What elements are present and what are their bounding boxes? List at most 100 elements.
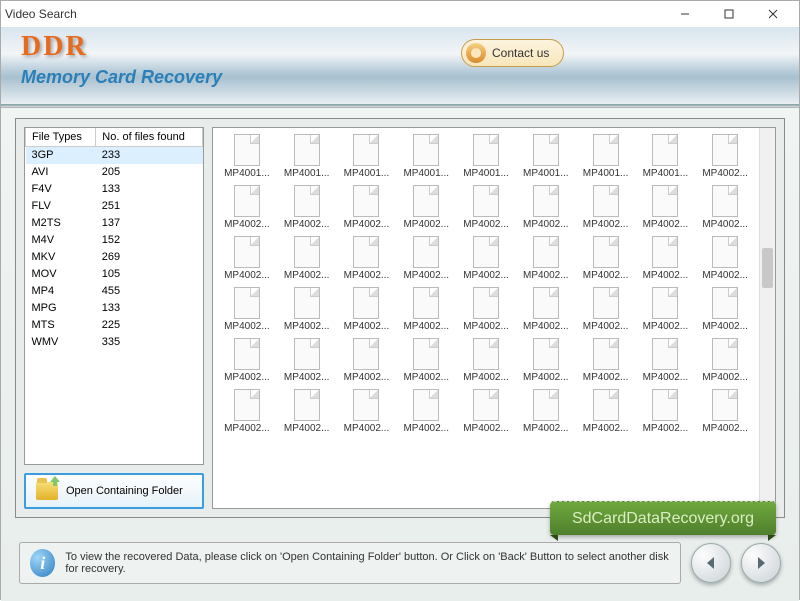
file-icon [413, 389, 439, 421]
file-item[interactable]: MP4002... [456, 389, 516, 434]
cell-type: FLV [26, 198, 96, 215]
file-item[interactable]: MP4002... [576, 185, 636, 230]
file-icon [712, 236, 738, 268]
table-row[interactable]: MKV269 [26, 249, 203, 266]
file-icon [593, 338, 619, 370]
file-item[interactable]: MP4001... [456, 134, 516, 179]
file-item[interactable]: MP4001... [337, 134, 397, 179]
maximize-button[interactable] [707, 1, 751, 27]
contact-us-button[interactable]: Contact us [461, 39, 564, 67]
brand-logo: DDR [21, 31, 779, 63]
file-item[interactable]: MP4002... [695, 185, 755, 230]
file-item[interactable]: MP4002... [396, 389, 456, 434]
file-item[interactable]: MP4002... [516, 236, 576, 281]
file-item[interactable]: MP4002... [337, 185, 397, 230]
table-row[interactable]: F4V133 [26, 181, 203, 198]
file-item[interactable]: MP4001... [576, 134, 636, 179]
table-row[interactable]: MP4455 [26, 283, 203, 300]
file-item[interactable]: MP4002... [217, 389, 277, 434]
app-subtitle: Memory Card Recovery [21, 67, 779, 88]
table-row[interactable]: M2TS137 [26, 215, 203, 232]
file-item[interactable]: MP4002... [277, 185, 337, 230]
file-item[interactable]: MP4001... [217, 134, 277, 179]
file-item[interactable]: MP4002... [337, 389, 397, 434]
file-item[interactable]: MP4002... [635, 338, 695, 383]
file-item[interactable]: MP4001... [635, 134, 695, 179]
file-item[interactable]: MP4002... [396, 185, 456, 230]
file-types-table[interactable]: File Types No. of files found 3GP233AVI2… [24, 127, 204, 465]
table-row[interactable]: FLV251 [26, 198, 203, 215]
file-item[interactable]: MP4002... [635, 287, 695, 332]
file-item[interactable]: MP4002... [456, 338, 516, 383]
file-item[interactable]: MP4002... [217, 287, 277, 332]
minimize-button[interactable] [663, 1, 707, 27]
file-item[interactable]: MP4002... [456, 185, 516, 230]
file-icon [294, 236, 320, 268]
table-row [26, 368, 203, 385]
file-icon [473, 389, 499, 421]
file-label: MP4002... [456, 372, 516, 383]
file-item[interactable]: MP4002... [695, 236, 755, 281]
cell-type: MP4 [26, 283, 96, 300]
file-item[interactable]: MP4002... [635, 185, 695, 230]
file-item[interactable]: MP4002... [695, 287, 755, 332]
table-row[interactable]: 3GP233 [26, 147, 203, 164]
file-item[interactable]: MP4002... [516, 287, 576, 332]
file-item[interactable]: MP4001... [516, 134, 576, 179]
file-item[interactable]: MP4002... [576, 287, 636, 332]
file-label: MP4002... [635, 321, 695, 332]
website-banner[interactable]: SdCardDataRecovery.org [550, 501, 776, 535]
close-button[interactable] [751, 1, 795, 27]
file-item[interactable]: MP4002... [217, 236, 277, 281]
file-item[interactable]: MP4002... [635, 236, 695, 281]
table-row [26, 436, 203, 453]
file-item[interactable]: MP4002... [337, 236, 397, 281]
file-item[interactable]: MP4002... [217, 338, 277, 383]
file-item[interactable]: MP4002... [576, 389, 636, 434]
back-button[interactable] [691, 543, 731, 583]
file-item[interactable]: MP4001... [277, 134, 337, 179]
file-label: MP4001... [217, 168, 277, 179]
next-button[interactable] [741, 543, 781, 583]
file-item[interactable]: MP4002... [516, 389, 576, 434]
file-label: MP4002... [396, 372, 456, 383]
file-label: MP4001... [456, 168, 516, 179]
file-item[interactable]: MP4002... [396, 236, 456, 281]
file-item[interactable]: MP4002... [277, 338, 337, 383]
file-item[interactable]: MP4002... [217, 185, 277, 230]
file-item[interactable]: MP4002... [695, 134, 755, 179]
file-item[interactable]: MP4002... [516, 338, 576, 383]
file-item[interactable]: MP4002... [695, 389, 755, 434]
file-item[interactable]: MP4002... [635, 389, 695, 434]
file-item[interactable]: MP4002... [396, 338, 456, 383]
file-icon [533, 287, 559, 319]
table-row[interactable]: M4V152 [26, 232, 203, 249]
file-item[interactable]: MP4002... [456, 287, 516, 332]
file-item[interactable]: MP4002... [576, 338, 636, 383]
table-row[interactable]: MTS225 [26, 317, 203, 334]
table-row[interactable]: MPG133 [26, 300, 203, 317]
open-containing-folder-button[interactable]: Open Containing Folder [24, 473, 204, 509]
col-file-types[interactable]: File Types [26, 128, 96, 147]
table-row[interactable]: MOV105 [26, 266, 203, 283]
file-item[interactable]: MP4002... [576, 236, 636, 281]
cell-type: F4V [26, 181, 96, 198]
file-item[interactable]: MP4002... [277, 287, 337, 332]
scrollbar-thumb[interactable] [762, 248, 773, 288]
file-item[interactable]: MP4002... [277, 236, 337, 281]
col-files-found[interactable]: No. of files found [96, 128, 203, 147]
file-item[interactable]: MP4002... [337, 287, 397, 332]
table-row[interactable]: WMV335 [26, 334, 203, 351]
file-item[interactable]: MP4001... [396, 134, 456, 179]
file-grid[interactable]: MP4001...MP4001...MP4001...MP4001...MP40… [212, 127, 776, 509]
file-item[interactable]: MP4002... [695, 338, 755, 383]
file-item[interactable]: MP4002... [456, 236, 516, 281]
file-icon [593, 185, 619, 217]
file-item[interactable]: MP4002... [277, 389, 337, 434]
file-item[interactable]: MP4002... [396, 287, 456, 332]
vertical-scrollbar[interactable] [759, 128, 775, 508]
file-item[interactable]: MP4002... [337, 338, 397, 383]
file-item[interactable]: MP4002... [516, 185, 576, 230]
file-icon [593, 236, 619, 268]
table-row[interactable]: AVI205 [26, 164, 203, 181]
